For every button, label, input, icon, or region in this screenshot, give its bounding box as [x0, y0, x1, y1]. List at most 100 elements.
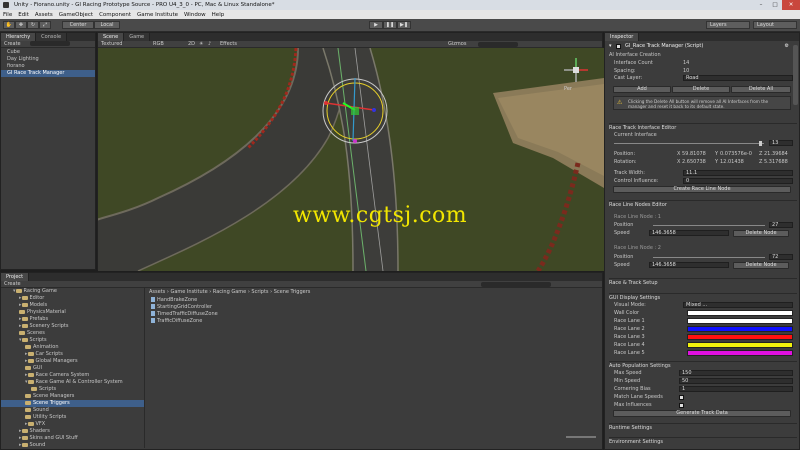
lighting-icon[interactable]: ☀	[199, 41, 203, 48]
tab-hierarchy[interactable]: Hierarchy	[1, 33, 37, 41]
menu-assets[interactable]: Assets	[35, 12, 53, 18]
menu-component[interactable]: Component	[99, 12, 131, 18]
file-item[interactable]: TrafficDiffuseZone	[151, 318, 218, 325]
runtime-settings-header[interactable]: Runtime Settings	[609, 423, 797, 431]
lane3-color-swatch[interactable]	[687, 334, 793, 340]
tab-scene[interactable]: Scene	[98, 33, 125, 41]
icon-size-slider[interactable]	[566, 436, 596, 438]
tree-folder[interactable]: ▸ Skins and GUI Stuff	[1, 435, 144, 442]
space-toggle-button[interactable]: Local	[94, 21, 120, 29]
lane2-color-swatch[interactable]	[687, 326, 793, 332]
audio-icon[interactable]: ♪	[208, 41, 211, 48]
node2-delete-button[interactable]: Delete Node	[733, 262, 789, 269]
component-enabled-checkbox[interactable]	[616, 44, 621, 49]
lane1-color-swatch[interactable]	[687, 318, 793, 324]
project-search-input[interactable]	[481, 282, 551, 287]
tree-folder[interactable]: ▾ Scripts	[1, 337, 144, 344]
tree-folder[interactable]: ▾ Racing Game	[1, 288, 144, 295]
delete-all-button[interactable]: Delete All	[731, 86, 791, 93]
menu-file[interactable]: File	[3, 12, 12, 18]
expand-arrow-icon[interactable]: ▾	[609, 43, 612, 49]
tree-folder[interactable]: Utility Scripts	[1, 414, 144, 421]
rotation-z-field[interactable]: 5.317688	[764, 159, 788, 166]
create-race-line-node-button[interactable]: Create Race Line Node	[613, 186, 791, 193]
interface-editor-header[interactable]: Race Track Interface Editor	[609, 123, 797, 131]
current-interface-slider[interactable]: 13	[609, 140, 795, 147]
pivot-toggle-button[interactable]: Center	[62, 21, 94, 29]
position-y-field[interactable]: 0.073576e-0	[720, 151, 752, 158]
tab-project[interactable]: Project	[1, 273, 30, 281]
generate-track-data-button[interactable]: Generate Track Data	[613, 410, 791, 417]
tree-folder[interactable]: GUI	[1, 365, 144, 372]
lane4-color-swatch[interactable]	[687, 342, 793, 348]
file-item[interactable]: HandBrakeZone	[151, 297, 218, 304]
menu-gameobject[interactable]: GameObject	[59, 12, 93, 18]
render-mode-dropdown[interactable]: RGB	[153, 41, 164, 48]
gui-display-header[interactable]: GUI Display Settings	[609, 293, 797, 301]
layers-dropdown[interactable]: Layers	[706, 21, 750, 29]
minimize-button[interactable]: –	[754, 0, 768, 10]
tree-folder[interactable]: Sound	[1, 407, 144, 414]
menu-edit[interactable]: Edit	[18, 12, 29, 18]
hierarchy-item[interactable]: Cube	[7, 49, 95, 56]
delete-button[interactable]: Delete	[672, 86, 730, 93]
tree-folder[interactable]: ▸ Editor	[1, 295, 144, 302]
gizmos-dropdown[interactable]: Gizmos	[448, 41, 466, 48]
tree-folder[interactable]: Scripts	[1, 386, 144, 393]
lane5-color-swatch[interactable]	[687, 350, 793, 356]
tree-folder[interactable]: Scenes	[1, 330, 144, 337]
tab-game[interactable]: Game	[124, 33, 151, 41]
node2-position-slider[interactable]	[653, 257, 765, 258]
gear-icon[interactable]: ⚙	[785, 43, 789, 50]
current-interface-value[interactable]: 13	[769, 140, 793, 146]
pause-button[interactable]: ❚❚	[383, 21, 397, 29]
position-x-field[interactable]: 59.81078	[682, 151, 706, 158]
add-button[interactable]: Add	[613, 86, 671, 93]
rotate-tool-icon[interactable]: ↻	[27, 21, 39, 29]
menu-game-institute[interactable]: Game Institute	[137, 12, 178, 18]
tree-folder[interactable]: ▾ Race Game AI & Controller System	[1, 379, 144, 386]
mode-2d-toggle[interactable]: 2D	[188, 41, 195, 48]
tree-folder[interactable]: Animation	[1, 344, 144, 351]
node1-position-value[interactable]: 27	[769, 222, 793, 228]
node1-speed-field[interactable]: 146.3658	[649, 230, 729, 236]
component-header[interactable]: ▾ GI_Race Track Manager (Script) ⚙	[609, 43, 795, 50]
auto-population-header[interactable]: Auto Population Settings	[609, 361, 797, 369]
hierarchy-item[interactable]: Day Lighting	[7, 56, 95, 63]
close-button[interactable]: ✕	[782, 0, 800, 10]
node2-position-value[interactable]: 72	[769, 254, 793, 260]
hand-tool-icon[interactable]: ✋	[3, 21, 15, 29]
tree-folder[interactable]: ▸ Scenery Scripts	[1, 323, 144, 330]
shading-mode-dropdown[interactable]: Textured	[101, 41, 122, 47]
max-speed-field[interactable]: 150	[679, 370, 793, 376]
min-speed-field[interactable]: 50	[679, 378, 793, 384]
tree-folder[interactable]: ▸ Prefabs	[1, 316, 144, 323]
node1-delete-button[interactable]: Delete Node	[733, 230, 789, 237]
track-width-field[interactable]: 11.1	[683, 170, 793, 176]
ai-section-header[interactable]: AI Interface Creation	[609, 52, 795, 59]
tree-folder[interactable]: ▸ Sound	[1, 442, 144, 448]
tree-folder[interactable]: ▸ VFX	[1, 421, 144, 428]
layout-dropdown[interactable]: Layout	[753, 21, 797, 29]
tab-console[interactable]: Console	[36, 33, 68, 41]
visual-mode-dropdown[interactable]: Mixed ...	[683, 302, 793, 308]
scene-viewport[interactable]: Per www.cgtsj.com	[98, 48, 604, 271]
cornering-bias-field[interactable]: 1	[679, 386, 793, 392]
menu-window[interactable]: Window	[184, 12, 206, 18]
spacing-field[interactable]: 10	[683, 68, 689, 75]
tab-inspector[interactable]: Inspector	[605, 33, 640, 41]
step-button[interactable]: ▶❚	[397, 21, 411, 29]
hierarchy-search-input[interactable]	[30, 41, 71, 46]
tree-folder[interactable]: PhysicsMaterial	[1, 309, 144, 316]
tree-folder[interactable]: ▸ Car Scripts	[1, 351, 144, 358]
scale-tool-icon[interactable]: ⤢	[39, 21, 51, 29]
rotation-x-field[interactable]: 2.650738	[682, 159, 706, 166]
perspective-label[interactable]: Per	[564, 86, 572, 92]
play-button[interactable]: ▶	[369, 21, 383, 29]
hierarchy-create-dropdown[interactable]: Create	[4, 41, 21, 47]
project-create-dropdown[interactable]: Create	[4, 281, 21, 287]
nodes-editor-header[interactable]: Race Line Nodes Editor	[609, 200, 797, 208]
file-item[interactable]: StartingGridController	[151, 304, 218, 311]
max-influences-checkbox[interactable]	[679, 403, 684, 408]
node2-speed-field[interactable]: 146.3658	[649, 262, 729, 268]
